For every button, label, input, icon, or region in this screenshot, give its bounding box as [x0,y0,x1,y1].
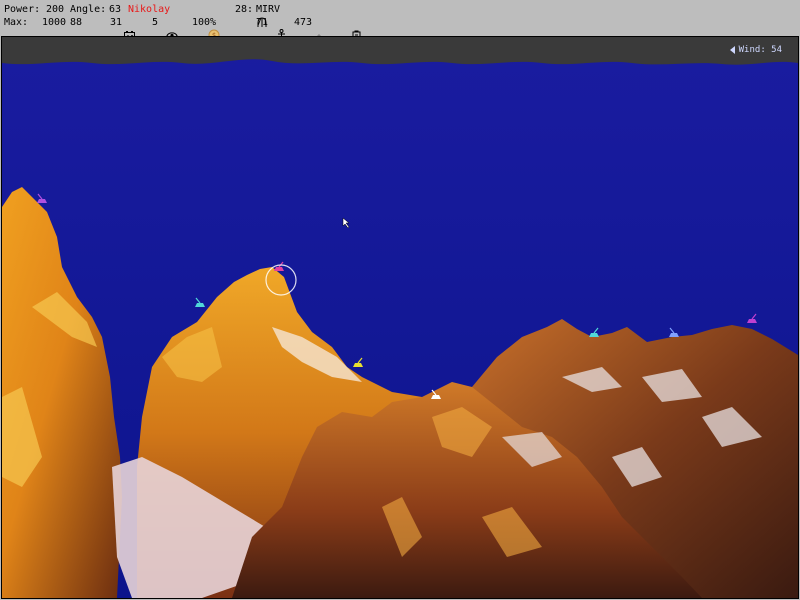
health-pct: 100% [192,17,217,28]
angle-value: 63 [109,4,122,15]
parachutes-value: 71 [256,17,269,28]
max-label: Max: [4,17,29,28]
power-value: 200 [46,4,65,15]
player-name: Nikolay [128,4,171,15]
wind-arrow-icon [729,45,735,54]
status-bar: Power: 200 Angle: 63 Nikolay 28: MIRV Ma… [0,0,800,41]
battlefield-scene[interactable] [2,37,798,598]
battery-value: 31 [110,17,123,28]
status-row-1: Power: 200 Angle: 63 Nikolay 28: MIRV [4,3,280,27]
fuel-value: 88 [70,17,83,28]
wind-label: Wind: 54 [738,45,782,55]
power-label: Power: [4,4,41,15]
status-row-2: Max: 1000 88 31 5 $ 100% 71 473 [4,16,361,41]
sky-ceiling [2,37,798,65]
weapon-name: MIRV [256,4,281,15]
items-value: 473 [294,17,313,28]
weapon-count: 28: [235,4,254,15]
wind-indicator: Wind: 54 [729,45,782,55]
max-value: 1000 [42,17,67,28]
playfield[interactable]: Wind: 54 [1,36,799,599]
shield-value: 5 [152,17,159,28]
angle-label: Angle: [70,4,107,15]
